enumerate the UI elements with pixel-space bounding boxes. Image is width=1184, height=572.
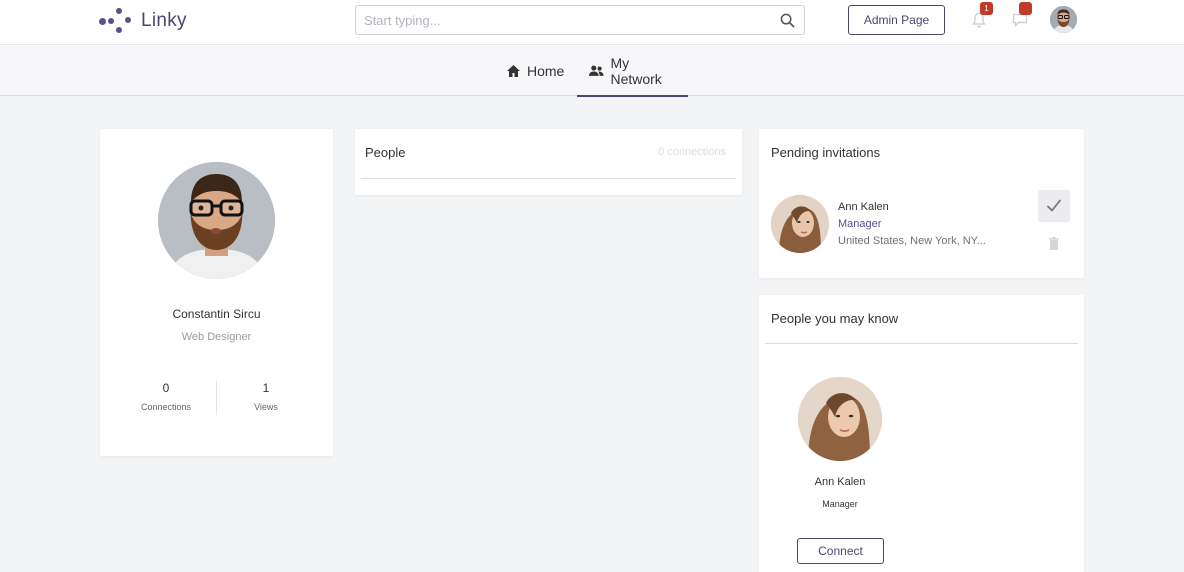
admin-page-button[interactable]: Admin Page (848, 5, 945, 35)
invitation-name[interactable]: Ann Kalen (838, 201, 889, 213)
tab-home[interactable]: Home (506, 45, 564, 96)
check-icon (1047, 199, 1061, 212)
people-you-may-know-card: People you may know Ann Kalen Manager Co… (759, 295, 1084, 572)
notification-badge: 1 (980, 2, 993, 15)
profile-name: Constantin Sircu (172, 307, 261, 321)
suggestions-divider (765, 343, 1078, 344)
people-icon (588, 65, 604, 76)
suggestion-name[interactable]: Ann Kalen (780, 476, 900, 488)
logo[interactable]: Linky (99, 7, 187, 35)
stat-connections[interactable]: 0 Connections (108, 381, 224, 412)
invitation-role: Manager (838, 218, 882, 230)
tab-home-label: Home (527, 62, 565, 79)
connect-button[interactable]: Connect (797, 538, 884, 564)
profile-stats: 0 Connections 1 Views (100, 381, 333, 415)
user-avatar[interactable] (1050, 6, 1077, 33)
suggestions-title: People you may know (771, 311, 899, 326)
profile-role: Web Designer (181, 331, 252, 343)
search-bar (355, 5, 805, 35)
suggestion-avatar[interactable] (798, 377, 882, 461)
people-count: 0 connections (658, 146, 726, 158)
people-card: People 0 connections (355, 129, 742, 195)
messages-badge (1019, 2, 1032, 15)
app-name: Linky (141, 10, 187, 31)
messages-button[interactable] (1012, 2, 1036, 32)
decline-invitation-button[interactable] (1046, 235, 1062, 251)
suggestion-role: Manager (822, 499, 858, 509)
search-input[interactable] (364, 7, 778, 33)
notifications-button[interactable]: 1 (972, 2, 996, 32)
stat-views[interactable]: 1 Views (208, 381, 324, 412)
profile-card: Constantin Sircu Web Designer 0 Connecti… (100, 129, 333, 456)
stat-views-value: 1 (262, 381, 270, 395)
tab-my-network-label: My Network (610, 54, 662, 87)
pending-invitations-card: Pending invitations Ann Kalen Manager Un… (759, 129, 1084, 278)
accept-invitation-button[interactable] (1038, 190, 1070, 222)
people-title: People (365, 145, 406, 160)
logo-mark-icon (99, 7, 133, 35)
stat-connections-label: Connections (140, 402, 192, 412)
people-divider (361, 178, 736, 179)
chat-icon (1012, 13, 1028, 27)
home-icon (507, 64, 520, 77)
invitation-avatar[interactable] (771, 195, 829, 253)
profile-avatar[interactable] (158, 162, 275, 279)
main-nav: Home My Network (0, 45, 1184, 97)
stat-connections-value: 0 (162, 381, 170, 395)
tab-my-network[interactable]: My Network (577, 45, 688, 97)
invitation-location: United States, New York, NY... (838, 235, 986, 247)
top-bar: Linky Admin Page 1 (0, 0, 1184, 45)
stat-views-label: Views (254, 402, 278, 412)
pending-title: Pending invitations (771, 145, 881, 160)
search-icon[interactable] (778, 11, 796, 29)
trash-icon (1049, 236, 1059, 250)
